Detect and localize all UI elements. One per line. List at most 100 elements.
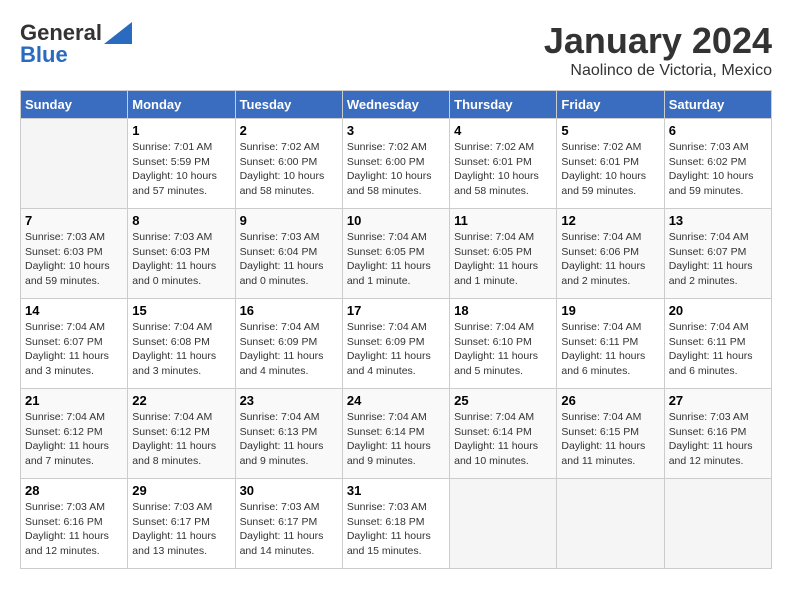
day-info: Sunrise: 7:04 AMSunset: 6:08 PMDaylight:… <box>132 320 230 379</box>
calendar-cell: 25 Sunrise: 7:04 AMSunset: 6:14 PMDayligh… <box>450 389 557 479</box>
calendar-cell: 31 Sunrise: 7:03 AMSunset: 6:18 PMDayligh… <box>342 479 449 569</box>
calendar-cell <box>21 119 128 209</box>
header-day-saturday: Saturday <box>664 91 771 119</box>
day-number: 2 <box>240 123 338 138</box>
calendar-cell: 17 Sunrise: 7:04 AMSunset: 6:09 PMDayligh… <box>342 299 449 389</box>
calendar-cell: 29Sunrise: 7:03 AMSunset: 6:17 PMDayligh… <box>128 479 235 569</box>
calendar-cell <box>450 479 557 569</box>
day-info: Sunrise: 7:03 AMSunset: 6:03 PMDaylight:… <box>132 230 230 289</box>
day-info: Sunrise: 7:04 AMSunset: 6:14 PMDaylight:… <box>347 410 445 469</box>
day-number: 25 <box>454 393 552 408</box>
day-info: Sunrise: 7:03 AMSunset: 6:03 PMDaylight:… <box>25 230 123 289</box>
day-info: Sunrise: 7:04 AMSunset: 6:07 PMDaylight:… <box>669 230 767 289</box>
calendar-cell: 19 Sunrise: 7:04 AMSunset: 6:11 PMDayligh… <box>557 299 664 389</box>
day-number: 18 <box>454 303 552 318</box>
day-info: Sunrise: 7:03 AMSunset: 6:17 PMDaylight:… <box>240 500 338 559</box>
calendar-cell: 20 Sunrise: 7:04 AMSunset: 6:11 PMDayligh… <box>664 299 771 389</box>
page-header: General Blue January 2024 Naolinco de Vi… <box>20 20 772 80</box>
calendar-cell: 26 Sunrise: 7:04 AMSunset: 6:15 PMDayligh… <box>557 389 664 479</box>
day-info: Sunrise: 7:04 AMSunset: 6:05 PMDaylight:… <box>347 230 445 289</box>
day-info: Sunrise: 7:04 AMSunset: 6:09 PMDaylight:… <box>347 320 445 379</box>
day-number: 19 <box>561 303 659 318</box>
calendar-cell: 10Sunrise: 7:04 AMSunset: 6:05 PMDayligh… <box>342 209 449 299</box>
week-row-4: 21 Sunrise: 7:04 AMSunset: 6:12 PMDayligh… <box>21 389 772 479</box>
day-info: Sunrise: 7:04 AMSunset: 6:10 PMDaylight:… <box>454 320 552 379</box>
calendar-cell: 3 Sunrise: 7:02 AMSunset: 6:00 PMDaylight… <box>342 119 449 209</box>
day-number: 21 <box>25 393 123 408</box>
day-number: 23 <box>240 393 338 408</box>
calendar-title: January 2024 <box>544 20 772 62</box>
calendar-table: SundayMondayTuesdayWednesdayThursdayFrid… <box>20 90 772 569</box>
calendar-cell: 13 Sunrise: 7:04 AMSunset: 6:07 PMDayligh… <box>664 209 771 299</box>
day-info: Sunrise: 7:03 AMSunset: 6:16 PMDaylight:… <box>25 500 123 559</box>
day-info: Sunrise: 7:04 AMSunset: 6:05 PMDaylight:… <box>454 230 552 289</box>
day-info: Sunrise: 7:02 AMSunset: 6:01 PMDaylight:… <box>454 140 552 199</box>
day-info: Sunrise: 7:04 AMSunset: 6:06 PMDaylight:… <box>561 230 659 289</box>
calendar-cell: 16 Sunrise: 7:04 AMSunset: 6:09 PMDayligh… <box>235 299 342 389</box>
day-number: 7 <box>25 213 123 228</box>
day-number: 6 <box>669 123 767 138</box>
title-block: January 2024 Naolinco de Victoria, Mexic… <box>544 20 772 80</box>
calendar-cell: 27 Sunrise: 7:03 AMSunset: 6:16 PMDayligh… <box>664 389 771 479</box>
header-day-wednesday: Wednesday <box>342 91 449 119</box>
day-number: 5 <box>561 123 659 138</box>
day-info: Sunrise: 7:02 AMSunset: 6:00 PMDaylight:… <box>240 140 338 199</box>
day-number: 17 <box>347 303 445 318</box>
day-info: Sunrise: 7:04 AMSunset: 6:13 PMDaylight:… <box>240 410 338 469</box>
header-day-thursday: Thursday <box>450 91 557 119</box>
calendar-cell: 9Sunrise: 7:03 AMSunset: 6:04 PMDaylight… <box>235 209 342 299</box>
calendar-cell: 7 Sunrise: 7:03 AMSunset: 6:03 PMDaylight… <box>21 209 128 299</box>
calendar-cell: 24 Sunrise: 7:04 AMSunset: 6:14 PMDayligh… <box>342 389 449 479</box>
day-info: Sunrise: 7:03 AMSunset: 6:16 PMDaylight:… <box>669 410 767 469</box>
day-number: 26 <box>561 393 659 408</box>
calendar-cell: 4 Sunrise: 7:02 AMSunset: 6:01 PMDaylight… <box>450 119 557 209</box>
day-number: 24 <box>347 393 445 408</box>
day-number: 1 <box>132 123 230 138</box>
calendar-cell <box>664 479 771 569</box>
day-number: 8 <box>132 213 230 228</box>
day-info: Sunrise: 7:04 AMSunset: 6:11 PMDaylight:… <box>669 320 767 379</box>
calendar-cell: 30 Sunrise: 7:03 AMSunset: 6:17 PMDayligh… <box>235 479 342 569</box>
day-info: Sunrise: 7:04 AMSunset: 6:15 PMDaylight:… <box>561 410 659 469</box>
logo-icon <box>104 22 132 44</box>
calendar-cell: 21 Sunrise: 7:04 AMSunset: 6:12 PMDayligh… <box>21 389 128 479</box>
header-day-sunday: Sunday <box>21 91 128 119</box>
calendar-cell: 11 Sunrise: 7:04 AMSunset: 6:05 PMDayligh… <box>450 209 557 299</box>
header-day-monday: Monday <box>128 91 235 119</box>
calendar-cell: 28 Sunrise: 7:03 AMSunset: 6:16 PMDayligh… <box>21 479 128 569</box>
calendar-cell: 8 Sunrise: 7:03 AMSunset: 6:03 PMDaylight… <box>128 209 235 299</box>
day-number: 11 <box>454 213 552 228</box>
day-number: 31 <box>347 483 445 498</box>
day-number: 4 <box>454 123 552 138</box>
day-number: 27 <box>669 393 767 408</box>
day-info: Sunrise: 7:04 AMSunset: 6:09 PMDaylight:… <box>240 320 338 379</box>
calendar-cell: 14Sunrise: 7:04 AMSunset: 6:07 PMDayligh… <box>21 299 128 389</box>
day-number: 28 <box>25 483 123 498</box>
day-number: 20 <box>669 303 767 318</box>
day-info: Sunrise: 7:03 AMSunset: 6:18 PMDaylight:… <box>347 500 445 559</box>
day-info: Sunrise: 7:04 AMSunset: 6:14 PMDaylight:… <box>454 410 552 469</box>
calendar-cell: 2 Sunrise: 7:02 AMSunset: 6:00 PMDaylight… <box>235 119 342 209</box>
day-info: Sunrise: 7:03 AMSunset: 6:04 PMDaylight:… <box>240 230 338 289</box>
week-row-1: 1Sunrise: 7:01 AMSunset: 5:59 PMDaylight… <box>21 119 772 209</box>
day-number: 3 <box>347 123 445 138</box>
calendar-cell: 1Sunrise: 7:01 AMSunset: 5:59 PMDaylight… <box>128 119 235 209</box>
day-number: 13 <box>669 213 767 228</box>
day-info: Sunrise: 7:03 AMSunset: 6:02 PMDaylight:… <box>669 140 767 199</box>
calendar-header-row: SundayMondayTuesdayWednesdayThursdayFrid… <box>21 91 772 119</box>
calendar-cell: 5Sunrise: 7:02 AMSunset: 6:01 PMDaylight… <box>557 119 664 209</box>
day-info: Sunrise: 7:02 AMSunset: 6:00 PMDaylight:… <box>347 140 445 199</box>
day-info: Sunrise: 7:04 AMSunset: 6:12 PMDaylight:… <box>25 410 123 469</box>
logo-blue: Blue <box>20 42 68 68</box>
day-info: Sunrise: 7:04 AMSunset: 6:11 PMDaylight:… <box>561 320 659 379</box>
calendar-cell: 18 Sunrise: 7:04 AMSunset: 6:10 PMDayligh… <box>450 299 557 389</box>
week-row-2: 7 Sunrise: 7:03 AMSunset: 6:03 PMDaylight… <box>21 209 772 299</box>
day-number: 15 <box>132 303 230 318</box>
logo: General Blue <box>20 20 132 68</box>
day-number: 16 <box>240 303 338 318</box>
calendar-cell: 15 Sunrise: 7:04 AMSunset: 6:08 PMDayligh… <box>128 299 235 389</box>
header-day-friday: Friday <box>557 91 664 119</box>
day-number: 30 <box>240 483 338 498</box>
calendar-cell: 23 Sunrise: 7:04 AMSunset: 6:13 PMDayligh… <box>235 389 342 479</box>
day-number: 12 <box>561 213 659 228</box>
